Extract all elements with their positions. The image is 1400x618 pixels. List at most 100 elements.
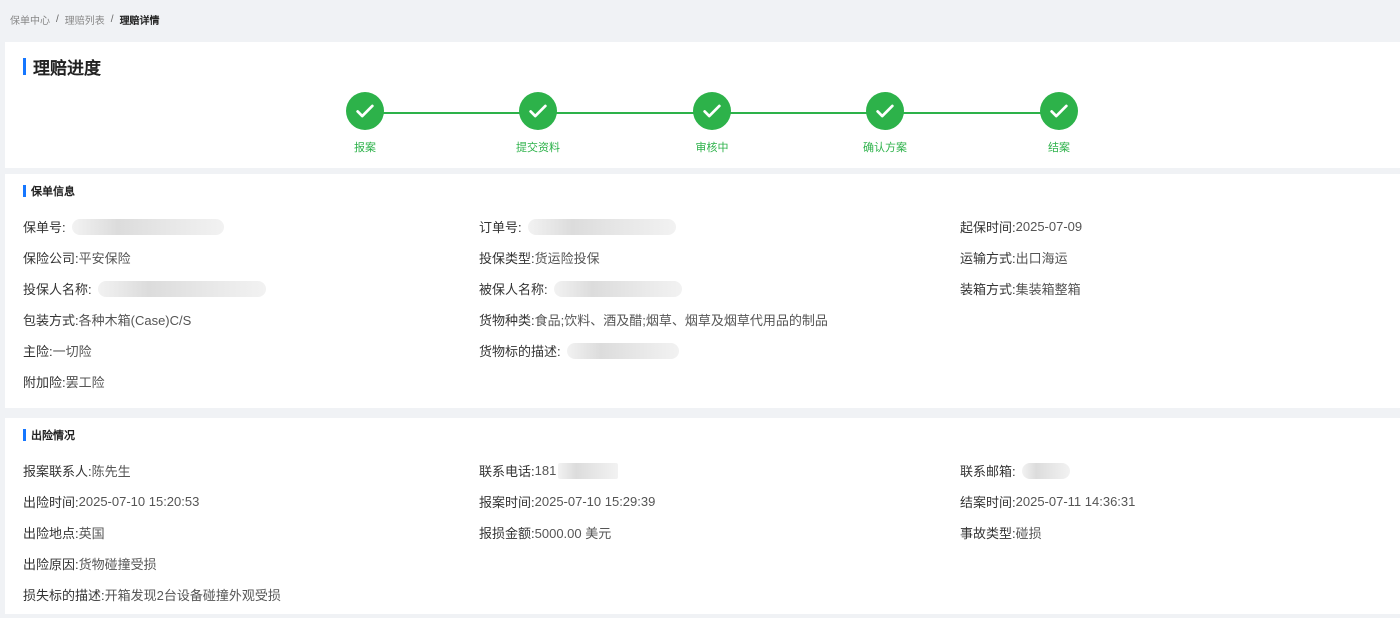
field-value: 2025-07-10 15:29:39 [534,494,656,509]
progress-step-label: 提交资料 [516,142,560,154]
field-label: 损失标的描述: [23,588,105,603]
progress-step-label: 确认方案 [863,142,907,154]
check-icon [1040,92,1078,130]
field-value: 2025-07-10 15:20:53 [78,494,200,509]
field-contact: 报案联系人: 陈先生 [23,461,131,480]
claim-progress-card: 理赔进度 报案 提交资料 审核中 确认方案 结案 [5,42,1400,168]
field-label: 货物标的描述: [479,344,561,359]
field-label: 投保人名称: [23,282,92,297]
redacted-value [97,280,266,297]
accident-section-title: 出险情况 [23,427,75,443]
field-value: 食品;饮料、酒及醋;烟草、烟草及烟草代用品的制品 [534,313,828,328]
progress-step: 提交资料 [478,92,598,155]
field-label: 运输方式: [960,251,1016,266]
policy-section-title: 保单信息 [23,183,75,199]
progress-step: 审核中 [652,92,772,155]
field-accident-time: 出险时间: 2025-07-10 15:20:53 [23,492,199,511]
field-value: 出口海运 [1015,251,1068,266]
field-value: 集装箱整箱 [1015,282,1081,297]
progress-step: 结案 [999,92,1119,155]
check-icon [866,92,904,130]
field-goods-desc: 货物标的描述: [479,341,679,360]
field-label: 货物种类: [479,313,535,328]
field-value: 各种木箱(Case)C/S [78,313,192,328]
field-label: 出险原因: [23,557,79,572]
field-value: 5000.00 美元 [534,526,612,541]
progress-step-label: 报案 [354,142,376,154]
field-label: 结案时间: [960,495,1016,510]
field-accident-type: 事故类型: 碰损 [960,523,1042,542]
field-label: 联系电话: [479,464,535,479]
field-location: 出险地点: 英国 [23,523,105,542]
title-accent-bar [23,185,26,197]
progress-step-label: 结案 [1048,142,1070,154]
field-label: 报损金额: [479,526,535,541]
field-loss-amount: 报损金额: 5000.00 美元 [479,523,611,542]
field-value: 开箱发现2台设备碰撞外观受损 [104,588,281,603]
field-policy-no: 保单号: [23,217,224,236]
field-label: 事故类型: [960,526,1016,541]
breadcrumb-separator: / [56,13,59,25]
check-icon [693,92,731,130]
breadcrumb-separator: / [110,13,114,25]
check-icon [519,92,557,130]
field-label: 装箱方式: [960,282,1016,297]
field-label: 附加险: [23,375,66,390]
field-value: 英国 [78,526,105,541]
field-label: 订单号: [479,220,522,235]
field-value: 一切险 [52,344,92,359]
field-value: 2025-07-09 [1015,219,1083,234]
field-goods-type: 货物种类: 食品;饮料、酒及醋;烟草、烟草及烟草代用品的制品 [479,310,828,329]
redacted-value [558,462,619,479]
field-main-risk: 主险: 一切险 [23,341,92,360]
field-label: 出险地点: [23,526,79,541]
progress-steps: 报案 提交资料 审核中 确认方案 结案 [5,92,1400,162]
field-value: 货物碰撞受损 [78,557,157,572]
field-packing-mode: 装箱方式: 集装箱整箱 [960,279,1081,298]
field-label: 联系邮箱: [960,464,1016,479]
field-value: 碰损 [1015,526,1042,541]
redacted-value [566,342,679,359]
field-start-date: 起保时间: 2025-07-09 [960,217,1082,236]
breadcrumb-claims-list[interactable]: 理赔列表 [65,12,105,27]
policy-info-card: 保单信息 保单号: 订单号: 起保时间: 2025-07-09 保险公司: 平安… [5,174,1400,408]
field-label: 报案时间: [479,495,535,510]
progress-step: 报案 [305,92,425,155]
field-package: 包装方式: 各种木箱(Case)C/S [23,310,191,329]
field-transport: 运输方式: 出口海运 [960,248,1068,267]
field-label: 主险: [23,344,53,359]
breadcrumb-current: 理赔详情 [119,15,160,27]
field-value: 平安保险 [78,251,131,266]
progress-step-label: 审核中 [695,142,729,154]
check-icon [346,92,384,130]
field-insurer: 保险公司: 平安保险 [23,248,131,267]
field-close-time: 结案时间: 2025-07-11 14:36:31 [960,492,1135,511]
field-additional-risk: 附加险: 罢工险 [23,372,105,391]
policy-section-title-text: 保单信息 [31,186,75,198]
field-policyholder: 投保人名称: [23,279,266,298]
field-label: 起保时间: [960,220,1016,235]
field-value: 181 [534,463,557,478]
breadcrumb-policy-center[interactable]: 保单中心 [10,12,50,27]
field-label: 保单号: [23,220,66,235]
field-value: 罢工险 [65,375,105,390]
field-label: 投保类型: [479,251,535,266]
field-order-no: 订单号: [479,217,676,236]
progress-title-text: 理赔进度 [33,59,101,78]
breadcrumb: 保单中心 / 理赔列表 / 理赔详情 [0,0,1400,38]
field-cause: 出险原因: 货物碰撞受损 [23,554,157,573]
redacted-value [1021,462,1070,479]
field-value: 货运险投保 [534,251,600,266]
field-value: 2025-07-11 14:36:31 [1015,494,1136,509]
progress-title: 理赔进度 [23,54,101,79]
accident-info-card: 出险情况 报案联系人: 陈先生 联系电话: 181 联系邮箱: 出险时间: 20… [5,418,1400,614]
field-insure-type: 投保类型: 货运险投保 [479,248,600,267]
field-label: 保险公司: [23,251,79,266]
field-insured: 被保人名称: [479,279,682,298]
progress-step: 确认方案 [825,92,945,155]
field-label: 被保人名称: [479,282,548,297]
field-loss-desc: 损失标的描述: 开箱发现2台设备碰撞外观受损 [23,585,281,604]
field-report-time: 报案时间: 2025-07-10 15:29:39 [479,492,655,511]
field-value: 陈先生 [91,464,131,479]
field-phone: 联系电话: 181 [479,461,619,480]
